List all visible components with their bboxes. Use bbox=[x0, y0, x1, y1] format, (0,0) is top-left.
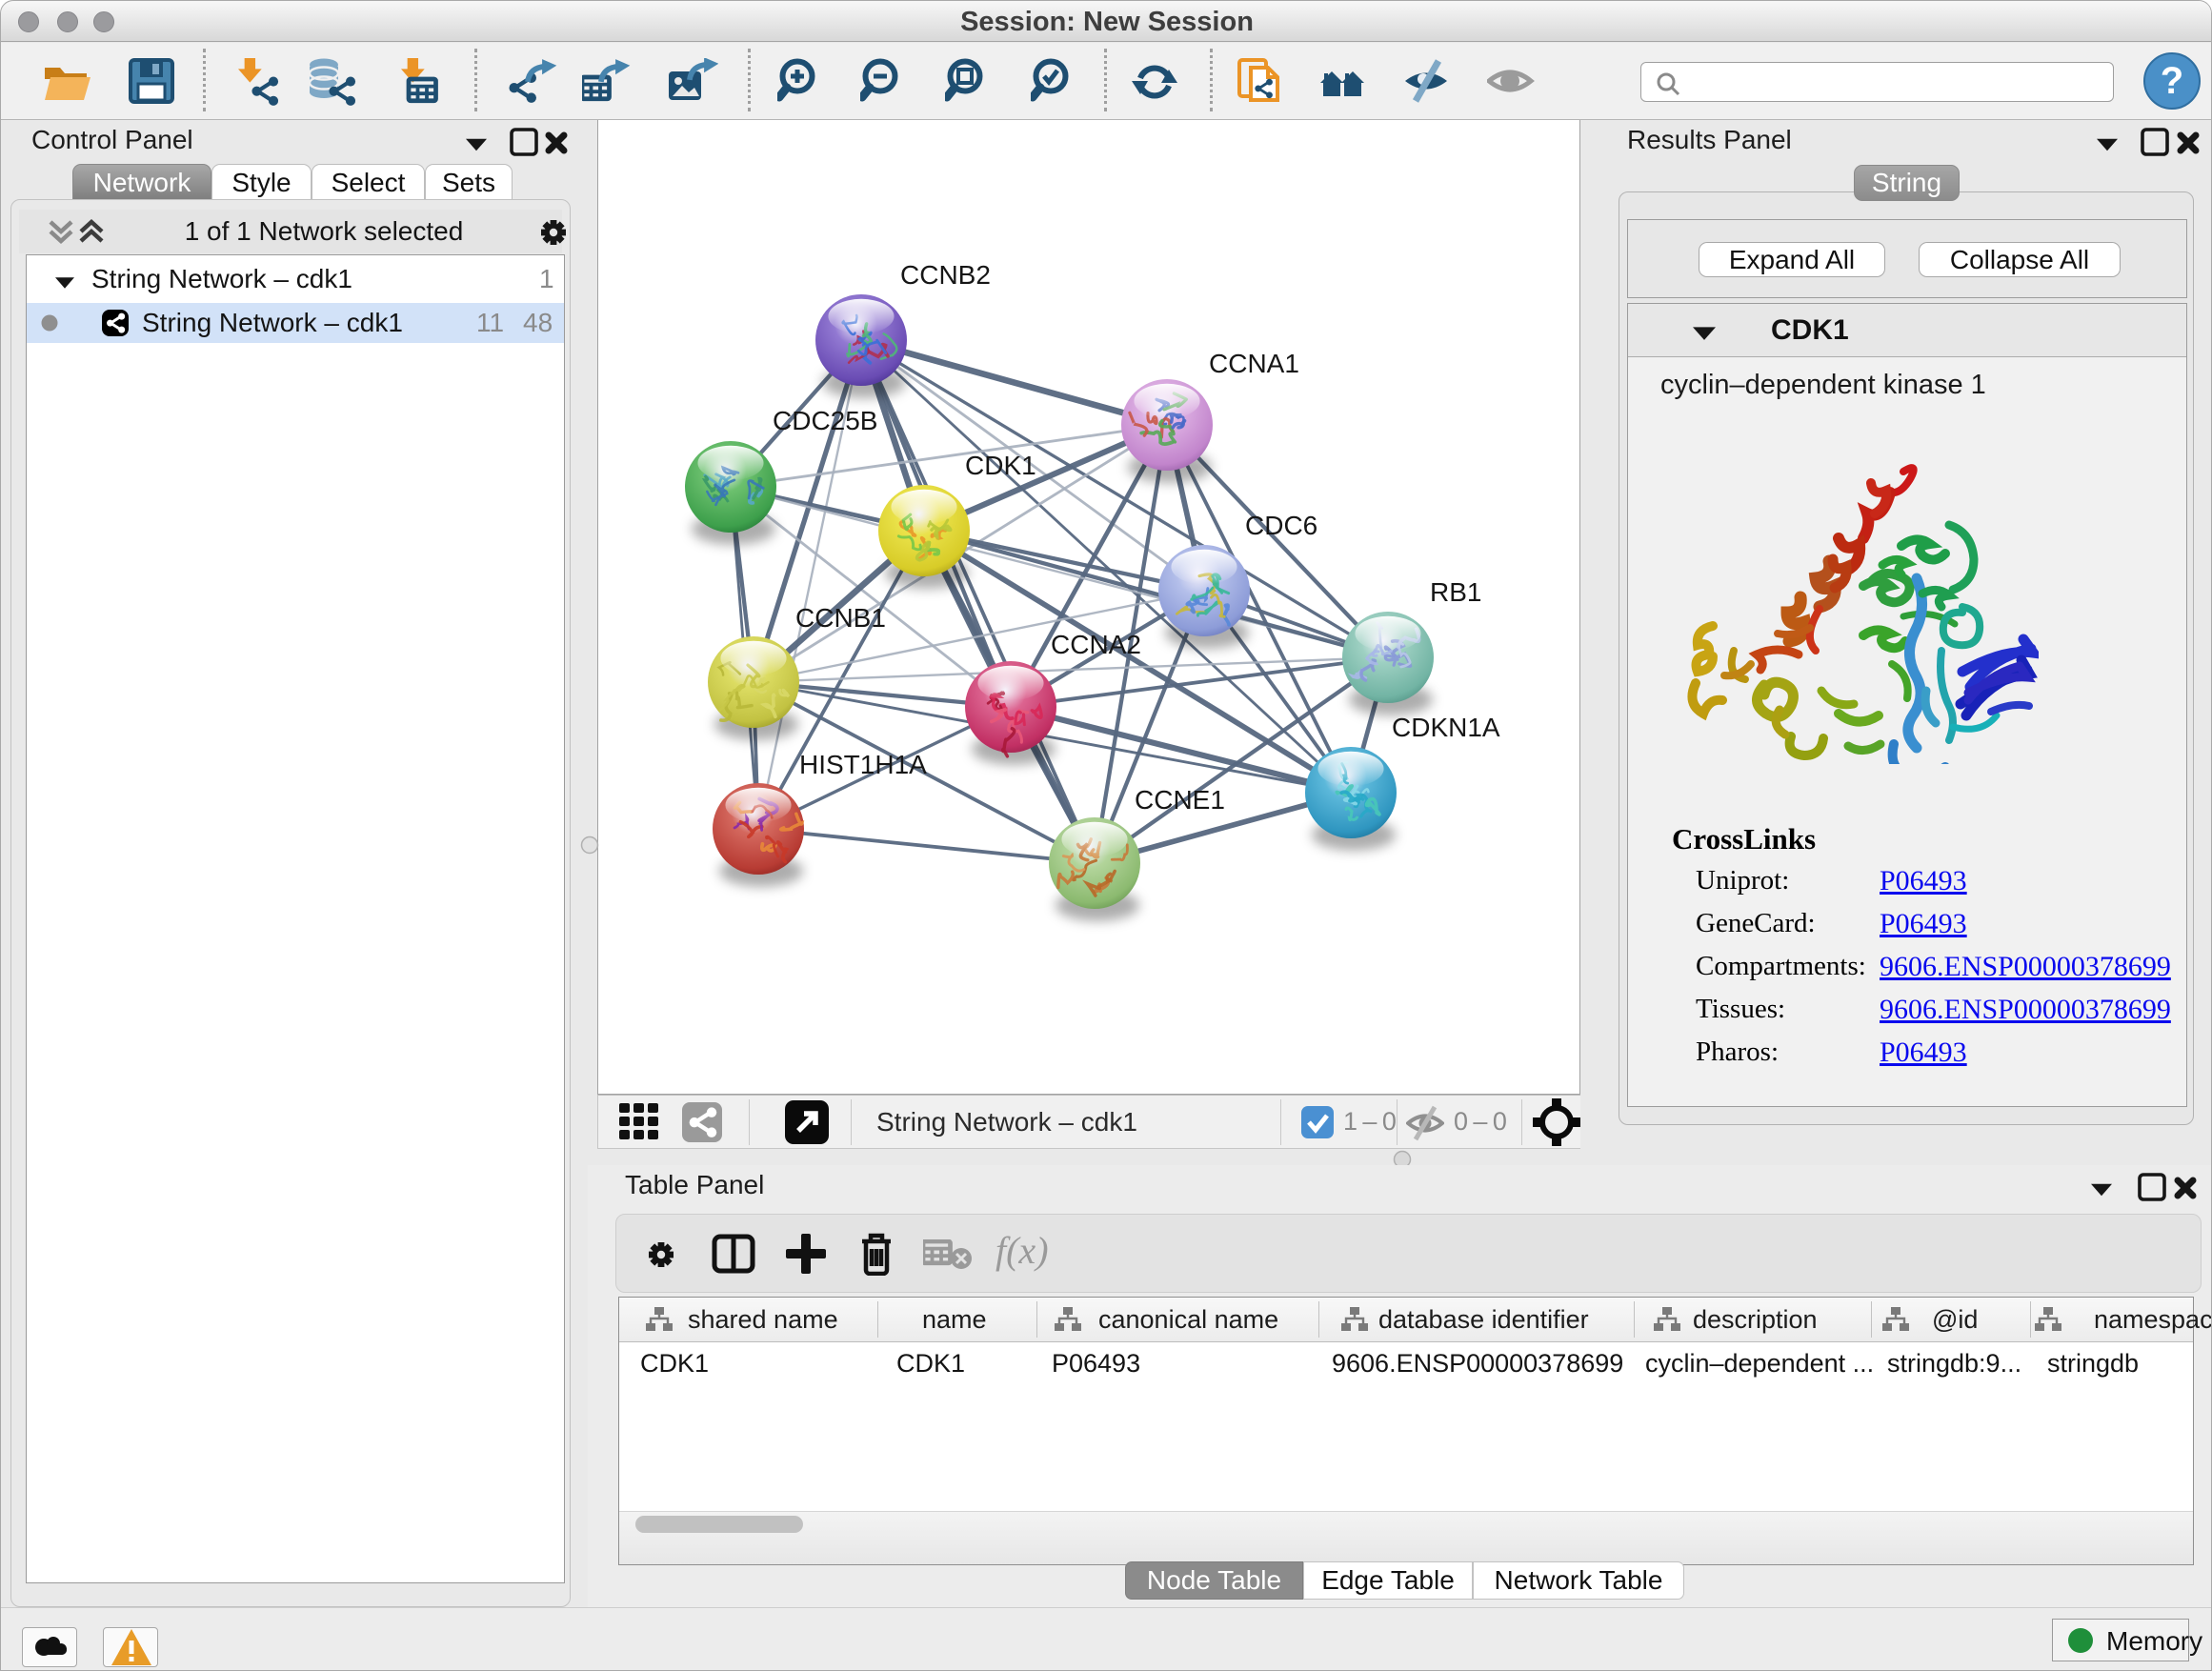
svg-text:CDC6: CDC6 bbox=[1245, 511, 1317, 540]
svg-text:RB1: RB1 bbox=[1430, 577, 1481, 607]
svg-text:CDKN1A: CDKN1A bbox=[1392, 713, 1500, 742]
svg-text:CCNB1: CCNB1 bbox=[795, 603, 886, 633]
svg-text:HIST1H1A: HIST1H1A bbox=[799, 750, 927, 779]
svg-text:CCNA2: CCNA2 bbox=[1051, 630, 1141, 659]
svg-text:CCNB2: CCNB2 bbox=[900, 260, 991, 290]
svg-text:CDK1: CDK1 bbox=[965, 451, 1036, 480]
svg-text:CCNE1: CCNE1 bbox=[1135, 785, 1225, 815]
svg-text:CDC25B: CDC25B bbox=[773, 406, 877, 435]
svg-text:?: ? bbox=[2161, 60, 2183, 102]
svg-text:CCNA1: CCNA1 bbox=[1209, 349, 1299, 378]
